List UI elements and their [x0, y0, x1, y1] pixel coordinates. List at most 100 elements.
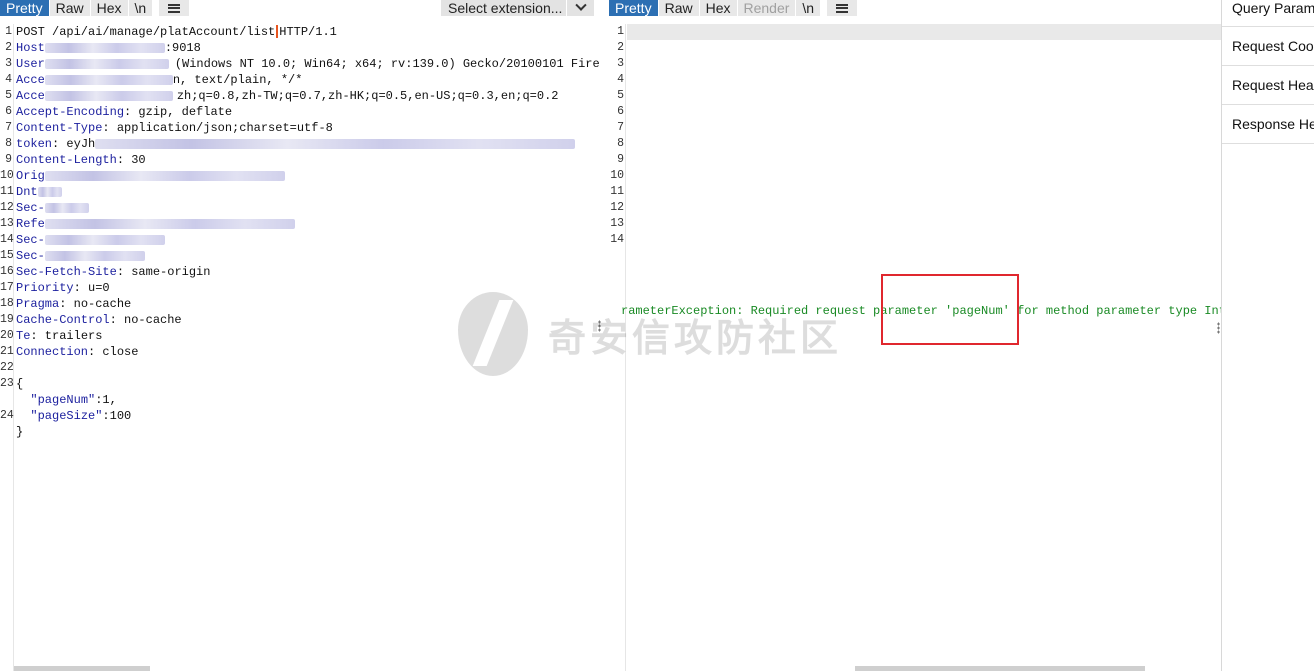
header-value: : close	[88, 345, 139, 359]
header-key: Connection	[16, 345, 89, 359]
request-line: POST /api/ai/manage/platAccount/list HTTP…	[16, 24, 600, 40]
json-key: "pageSize"	[30, 409, 103, 423]
request-horizontal-scrollbar[interactable]	[14, 666, 150, 671]
header-value: : no-cache	[59, 297, 132, 311]
inspector-request-cookies[interactable]: Request Cook	[1222, 27, 1314, 66]
request-menu-button[interactable]	[159, 0, 190, 16]
header-key: Dnt	[16, 185, 38, 199]
header-key: Sec-	[16, 249, 45, 263]
header-key: Content-Type	[16, 121, 103, 135]
inspector-query-params[interactable]: Query Param	[1222, 0, 1314, 27]
redacted-block	[44, 42, 165, 53]
inspector-request-headers[interactable]: Request Head	[1222, 66, 1314, 105]
response-editor[interactable]: 1 2 3 4 5 6 7 8 9 10 11 12 13 14 rameterException: Re…	[609, 24, 1233, 671]
body-line: }	[16, 424, 600, 440]
request-pane: Pretty Raw Hex \n Select extension... 1 2…	[0, 0, 601, 671]
line-number: 2	[5, 41, 12, 54]
request-tab-newline[interactable]: \n	[128, 0, 153, 16]
line-number: 22	[0, 361, 14, 374]
line-number: 12	[610, 201, 624, 214]
body-brace-open: {	[16, 377, 24, 391]
splitter-grip[interactable]	[598, 320, 601, 332]
header-line: Priority: u=0	[16, 280, 600, 296]
header-line: Content-Length: 30	[16, 152, 600, 168]
redacted-block	[37, 186, 62, 197]
header-line: Pragma: no-cache	[16, 296, 600, 312]
line-number: 19	[0, 313, 14, 326]
header-value: : u=0	[73, 281, 110, 295]
header-key: Refe	[16, 217, 45, 231]
request-code: POST /api/ai/manage/platAccount/list HTTP…	[16, 24, 600, 440]
line-number: 4	[617, 73, 624, 86]
request-line-gutter: 1 2 3 4 5 6 7 8 9 10 11 12 13 14 15 16 17 18 19 20 21 22 23 24	[0, 24, 14, 671]
header-key: Host	[16, 41, 45, 55]
redacted-block	[44, 202, 89, 213]
header-value: : application/json;charset=utf-8	[102, 121, 333, 135]
line-number: 1	[617, 25, 624, 38]
line-number: 1	[5, 25, 12, 38]
header-line: Dnt	[16, 184, 600, 200]
body-line: {	[16, 376, 600, 392]
line-number: 3	[5, 57, 12, 70]
header-key: Acce	[16, 89, 45, 103]
line-number: 10	[610, 169, 624, 182]
request-protocol: HTTP/1.1	[279, 25, 337, 39]
splitter-grip[interactable]	[1217, 322, 1220, 334]
line-number	[0, 392, 13, 408]
line-number: 14	[0, 233, 14, 246]
line-number: 18	[0, 297, 14, 310]
header-line: Sec-	[16, 248, 600, 264]
header-value: :9018	[164, 41, 201, 55]
request-line-text: POST /api/ai/manage/platAccount/list	[16, 25, 276, 39]
line-number: 8	[617, 137, 624, 150]
line-number: 7	[617, 121, 624, 134]
response-tab-render[interactable]: Render	[737, 0, 796, 16]
request-tab-pretty[interactable]: Pretty	[0, 0, 49, 16]
header-key: Orig	[16, 169, 45, 183]
header-key: Sec-Fetch-Site	[16, 265, 117, 279]
header-line: Sec-	[16, 200, 600, 216]
header-line: Content-Type: application/json;charset=u…	[16, 120, 600, 136]
header-key: Accept-Encoding	[16, 105, 125, 119]
line-number: 24	[0, 409, 14, 422]
response-tab-raw[interactable]: Raw	[658, 0, 699, 16]
inspector-response-headers[interactable]: Response Hea	[1222, 105, 1314, 144]
header-key: Sec-	[16, 233, 45, 247]
line-number: 14	[610, 233, 624, 246]
header-line: User (Windows NT 10.0; Win64; x64; rv:139…	[16, 56, 600, 72]
response-tab-hex[interactable]: Hex	[699, 0, 737, 16]
highlight-annotation-box	[881, 274, 1019, 345]
request-tab-raw[interactable]: Raw	[49, 0, 90, 16]
line-number: 20	[0, 329, 14, 342]
line-number: 9	[617, 153, 624, 166]
response-menu-button[interactable]	[827, 0, 858, 16]
json-value: :100	[102, 409, 132, 423]
redacted-block	[44, 58, 169, 69]
body-brace-close: }	[16, 425, 24, 439]
header-key: token	[16, 137, 53, 151]
response-tab-pretty[interactable]: Pretty	[609, 0, 658, 16]
select-extension-label: Select extension...	[448, 0, 563, 16]
header-key: Sec-	[16, 201, 45, 215]
response-tab-newline[interactable]: \n	[796, 0, 821, 16]
line-number: 13	[610, 217, 624, 230]
line-number: 8	[5, 137, 12, 150]
request-tabbar: Pretty Raw Hex \n	[0, 0, 190, 16]
line-number: 3	[617, 57, 624, 70]
redacted-block	[44, 74, 173, 85]
hamburger-icon	[836, 3, 849, 13]
select-extension-dropdown[interactable]: Select extension...	[441, 0, 594, 16]
json-value: :1,	[95, 393, 117, 407]
line-number: 13	[0, 217, 14, 230]
response-horizontal-scrollbar[interactable]	[855, 666, 1145, 671]
inspector-sidebar: Query Param Request Cook Request Head Re…	[1221, 0, 1314, 671]
header-key: Cache-Control	[16, 313, 110, 327]
line-number: 16	[0, 265, 14, 278]
request-editor[interactable]: 1 2 3 4 5 6 7 8 9 10 11 12 13 14 15 16 17 18 19 20 21 22 23 24 …	[0, 24, 601, 671]
current-line-highlight	[627, 24, 1221, 40]
line-number: 17	[0, 281, 14, 294]
request-tab-hex[interactable]: Hex	[90, 0, 128, 16]
response-pane: Pretty Raw Hex Render \n 1 2 3 4 5 6 7 8 9 10 11 12…	[609, 0, 1233, 671]
header-line: Cache-Control: no-cache	[16, 312, 600, 328]
